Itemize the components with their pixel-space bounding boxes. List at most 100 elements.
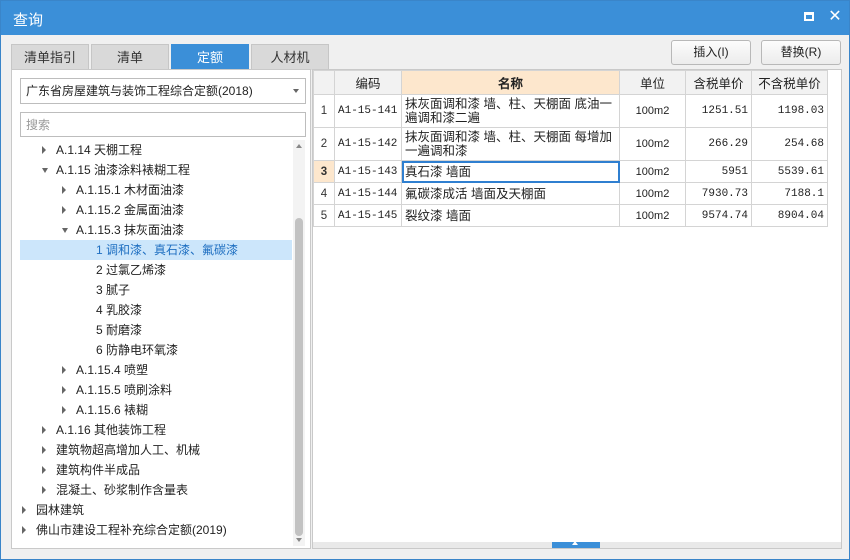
row-price-notax[interactable]: 5539.61 (751, 160, 828, 183)
row-price-notax[interactable]: 1198.03 (751, 94, 828, 128)
tree-item[interactable]: 1 调和漆、真石漆、氟碳漆 (20, 240, 292, 260)
maximize-icon[interactable] (801, 9, 817, 25)
row-unit[interactable]: 100m2 (619, 94, 686, 128)
tree-item-label: A.1.14 天棚工程 (56, 143, 143, 157)
row-index: 3 (313, 160, 335, 183)
quota-library-value: 广东省房屋建筑与装饰工程综合定额(2018) (26, 84, 253, 98)
row-name[interactable]: 氟碳漆成活 墙面及天棚面 (401, 182, 620, 205)
scroll-up-icon[interactable] (296, 144, 302, 148)
tree-item[interactable]: 园林建筑 (20, 500, 292, 520)
row-price-tax[interactable]: 1251.51 (685, 94, 752, 128)
dialog-title: 查询 (13, 12, 44, 29)
col-header-name[interactable]: 名称 (401, 70, 620, 95)
col-header-price-notax[interactable]: 不含税单价 (751, 70, 828, 95)
row-index: 2 (313, 127, 335, 161)
row-code[interactable]: A1-15-144 (334, 182, 402, 205)
tree-item-label: 3 腻子 (96, 283, 131, 297)
caret-right-icon[interactable] (62, 186, 66, 194)
chevron-down-icon (293, 89, 299, 93)
tree-item[interactable]: 4 乳胶漆 (20, 300, 292, 320)
table-row-current[interactable]: 3 A1-15-143 真石漆 墙面 100m2 5951 5539.61 (313, 160, 828, 183)
tree-item[interactable]: A.1.15.1 木材面油漆 (20, 180, 292, 200)
tree-item[interactable]: 建筑构件半成品 (20, 460, 292, 480)
row-name[interactable]: 裂纹漆 墙面 (401, 204, 620, 227)
row-price-tax[interactable]: 7930.73 (685, 182, 752, 205)
row-price-tax[interactable]: 266.29 (685, 127, 752, 161)
table-row[interactable]: 1 A1-15-141 抹灰面调和漆 墙、柱、天棚面 底油一遍调和漆二遍 100… (313, 94, 828, 128)
scroll-down-icon[interactable] (296, 538, 302, 542)
row-unit[interactable]: 100m2 (619, 204, 686, 227)
row-unit[interactable]: 100m2 (619, 182, 686, 205)
table-row[interactable]: 5 A1-15-145 裂纹漆 墙面 100m2 9574.74 8904.04 (313, 204, 828, 227)
col-header-unit[interactable]: 单位 (619, 70, 686, 95)
tree-item[interactable]: 2 过氯乙烯漆 (20, 260, 292, 280)
tree-item[interactable]: A.1.14 天棚工程 (20, 140, 292, 160)
caret-right-icon[interactable] (42, 426, 46, 434)
tree-item[interactable]: 混凝土、砂浆制作含量表 (20, 480, 292, 500)
row-code[interactable]: A1-15-143 (334, 160, 402, 183)
left-panel: 广东省房屋建筑与装饰工程综合定额(2018) A.1.14 天棚工程 A.1.15… (11, 69, 311, 549)
caret-right-icon[interactable] (22, 526, 26, 534)
tab-list[interactable]: 清单 (91, 44, 169, 70)
caret-right-icon[interactable] (62, 406, 66, 414)
caret-right-icon[interactable] (62, 206, 66, 214)
tree-item-label: A.1.15.3 抹灰面油漆 (76, 223, 185, 237)
row-unit[interactable]: 100m2 (619, 127, 686, 161)
tree-item[interactable]: 3 腻子 (20, 280, 292, 300)
search-input[interactable] (20, 112, 306, 137)
row-price-notax[interactable]: 7188.1 (751, 182, 828, 205)
table-row[interactable]: 4 A1-15-144 氟碳漆成活 墙面及天棚面 100m2 7930.73 7… (313, 182, 828, 205)
quota-tree: A.1.14 天棚工程 A.1.15 油漆涂料裱糊工程 A.1.15.1 木材面油漆… (20, 140, 292, 548)
table-row[interactable]: 2 A1-15-142 抹灰面调和漆 墙、柱、天棚面 每增加一遍调和漆 100m… (313, 127, 828, 161)
row-name[interactable]: 抹灰面调和漆 墙、柱、天棚面 底油一遍调和漆二遍 (401, 94, 620, 128)
caret-right-icon[interactable] (42, 466, 46, 474)
tree-item[interactable]: 6 防静电环氧漆 (20, 340, 292, 360)
tree-item[interactable]: 5 耐磨漆 (20, 320, 292, 340)
col-header-code[interactable]: 编码 (334, 70, 402, 95)
caret-right-icon[interactable] (42, 146, 46, 154)
tree-item[interactable]: A.1.16 其他装饰工程 (20, 420, 292, 440)
caret-down-icon[interactable] (62, 228, 68, 233)
tree-item[interactable]: 佛山市建设工程补充综合定额(2019) (20, 520, 292, 540)
horizontal-scrollbar[interactable] (313, 541, 841, 548)
tree-item-label: 建筑物超高增加人工、机械 (56, 443, 201, 457)
close-icon[interactable]: ✕ (827, 9, 843, 25)
row-code[interactable]: A1-15-142 (334, 127, 402, 161)
row-price-tax[interactable]: 5951 (685, 160, 752, 183)
tab-labor-material-machine[interactable]: 人材机 (251, 44, 329, 70)
caret-right-icon[interactable] (62, 386, 66, 394)
scroll-thumb[interactable] (295, 218, 303, 536)
row-price-notax[interactable]: 254.68 (751, 127, 828, 161)
caret-right-icon[interactable] (42, 446, 46, 454)
title-bar: 查询 ✕ (1, 1, 849, 35)
col-header-price-tax[interactable]: 含税单价 (685, 70, 752, 95)
tree-item-label: A.1.15.4 喷塑 (76, 363, 149, 377)
tab-list-guide[interactable]: 清单指引 (11, 44, 89, 70)
tree-item[interactable]: A.1.15.4 喷塑 (20, 360, 292, 380)
tree-item[interactable]: 建筑物超高增加人工、机械 (20, 440, 292, 460)
tree-item-label: A.1.15.2 金属面油漆 (76, 203, 185, 217)
row-name[interactable]: 抹灰面调和漆 墙、柱、天棚面 每增加一遍调和漆 (401, 127, 620, 161)
tree-item[interactable]: A.1.15 油漆涂料裱糊工程 (20, 160, 292, 180)
row-name[interactable]: 真石漆 墙面 (401, 160, 620, 183)
row-price-notax[interactable]: 8904.04 (751, 204, 828, 227)
row-unit[interactable]: 100m2 (619, 160, 686, 183)
caret-down-icon[interactable] (42, 168, 48, 173)
caret-right-icon[interactable] (22, 506, 26, 514)
tree-scrollbar[interactable] (293, 140, 305, 546)
row-price-tax[interactable]: 9574.74 (685, 204, 752, 227)
row-code[interactable]: A1-15-141 (334, 94, 402, 128)
tree-item[interactable]: A.1.15.5 喷刷涂料 (20, 380, 292, 400)
scroll-thumb[interactable] (552, 541, 600, 548)
tree-item[interactable]: A.1.15.6 裱糊 (20, 400, 292, 420)
insert-button[interactable]: 插入(I) (671, 40, 751, 65)
caret-right-icon[interactable] (62, 366, 66, 374)
tree-item[interactable]: A.1.15.3 抹灰面油漆 (20, 220, 292, 240)
quota-library-select[interactable]: 广东省房屋建筑与装饰工程综合定额(2018) (20, 78, 306, 104)
row-code[interactable]: A1-15-145 (334, 204, 402, 227)
row-index: 5 (313, 204, 335, 227)
tree-item[interactable]: A.1.15.2 金属面油漆 (20, 200, 292, 220)
replace-button[interactable]: 替换(R) (761, 40, 841, 65)
caret-right-icon[interactable] (42, 486, 46, 494)
tab-quota[interactable]: 定额 (171, 44, 249, 70)
